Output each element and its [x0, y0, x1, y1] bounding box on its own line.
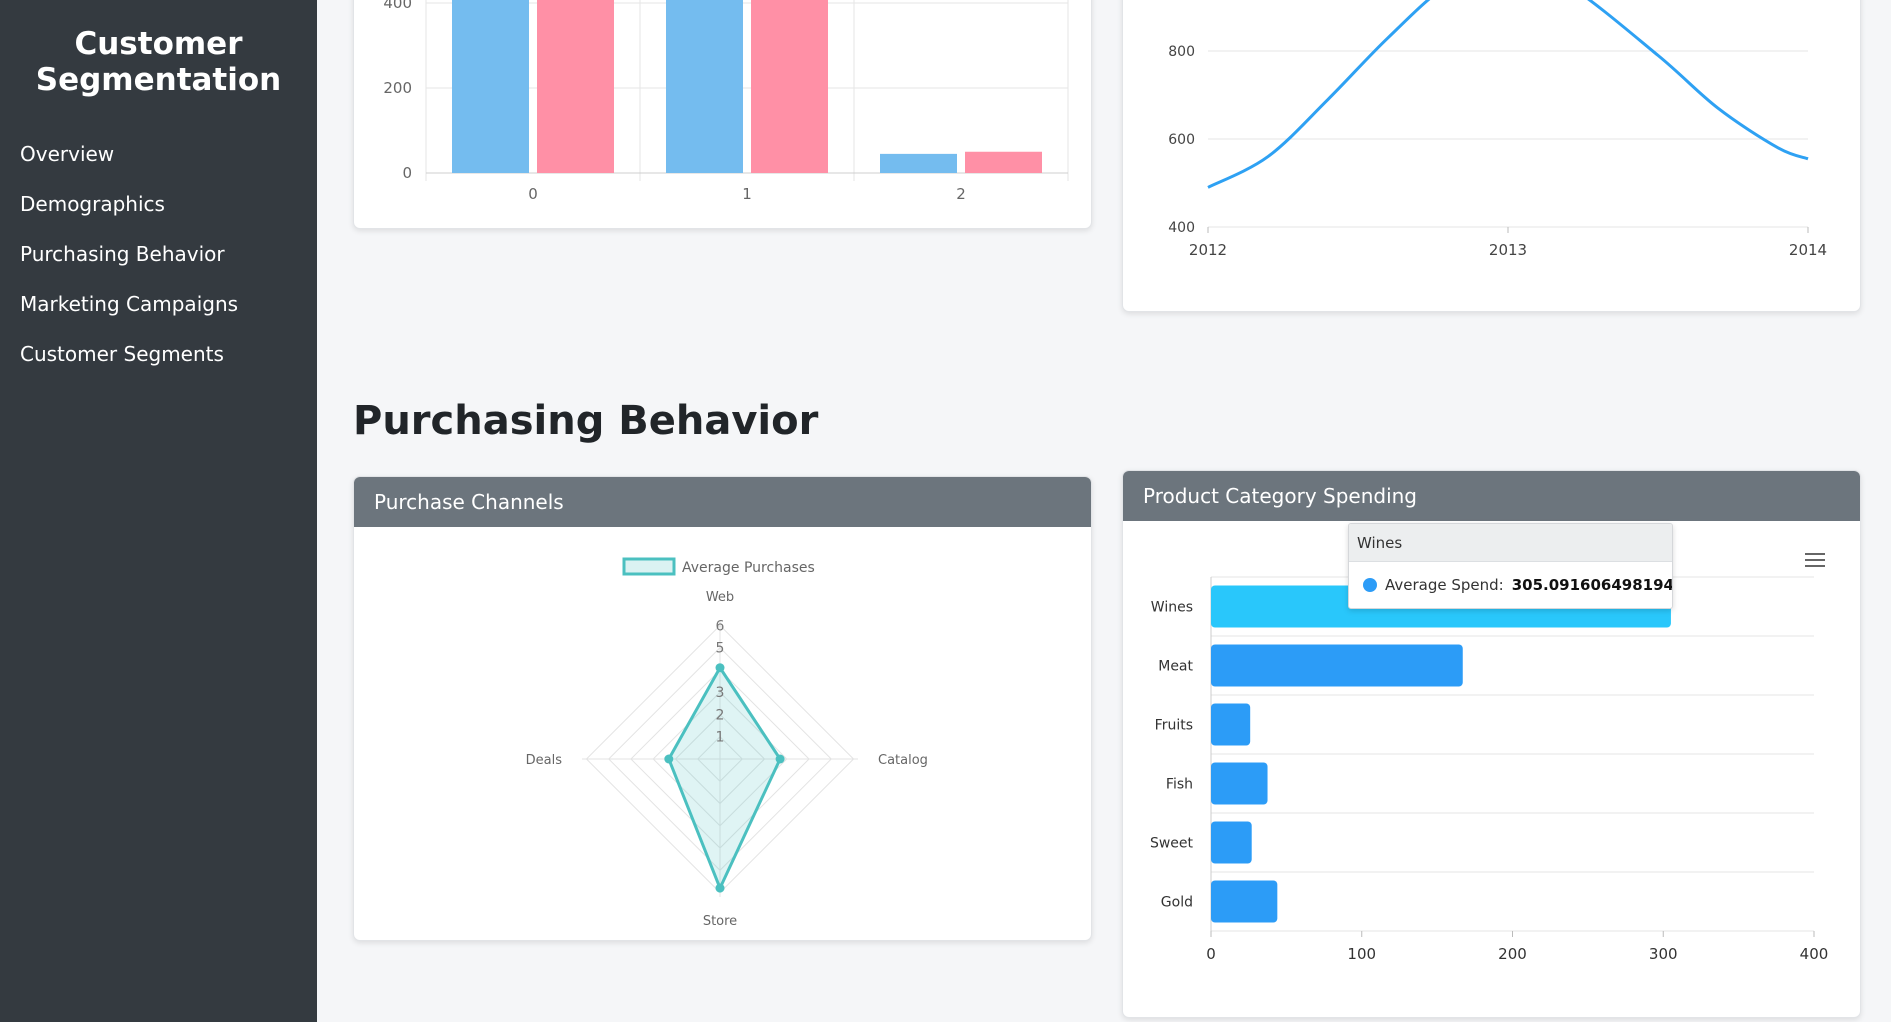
- y-tick-label: Sweet: [1150, 836, 1194, 852]
- x-tick-label: 100: [1347, 945, 1376, 963]
- sidebar-item-marketing-campaigns[interactable]: Marketing Campaigns: [20, 287, 238, 337]
- chart-tooltip: Wines Average Spend: 305.091606498194949: [1348, 523, 1673, 609]
- axis-label: Store: [703, 914, 737, 929]
- x-tick-label: 2: [956, 185, 966, 203]
- bar: [1211, 644, 1463, 687]
- y-tick-label: Fish: [1166, 777, 1193, 793]
- axis-label: Catalog: [878, 753, 928, 768]
- bar: [1211, 762, 1268, 805]
- app-title: Customer Segmentation: [35, 26, 282, 98]
- y-tick-label: Gold: [1161, 895, 1193, 911]
- x-tick-label: 400: [1800, 945, 1829, 963]
- line-chart: 400 600 800 2012 2013 2014: [1168, 0, 1827, 259]
- radar-point: [664, 754, 674, 764]
- bar: [751, 0, 828, 173]
- x-tick-label: 200: [1498, 945, 1527, 963]
- series-dot-icon: [1363, 578, 1377, 592]
- main-content: 0 200 400 600 800 0 1 2 400 600 800 2012 2013 2014 P…: [317, 0, 1891, 1022]
- hamburger-menu-icon[interactable]: [1805, 553, 1825, 567]
- sidebar: Customer Segmentation Overview Demographi…: [0, 0, 317, 1022]
- purchase-channels-card: Purchase Channels Average Purchases 1 2 3 5 6…: [353, 476, 1092, 941]
- axis-label: Web: [706, 590, 734, 605]
- sidebar-item-overview[interactable]: Overview: [20, 137, 238, 187]
- bar: [965, 151, 1042, 173]
- product-category-title: Product Category Spending: [1123, 471, 1860, 521]
- sidebar-item-customer-segments[interactable]: Customer Segments: [20, 337, 238, 387]
- radar-point: [775, 754, 785, 764]
- bar: [1211, 880, 1278, 923]
- series-line: [1207, 0, 1809, 189]
- purchase-channels-title: Purchase Channels: [354, 477, 1091, 527]
- y-tick-label: 400: [1168, 220, 1195, 236]
- x-tick-label: 2012: [1189, 241, 1227, 259]
- bar: [452, 0, 529, 173]
- bar: [880, 153, 957, 173]
- sidebar-item-demographics[interactable]: Demographics: [20, 187, 238, 237]
- x-tick-label: 300: [1649, 945, 1678, 963]
- grouped-bar-card: 0200400600800012: [353, 0, 1092, 229]
- x-tick-label: 1: [742, 185, 752, 203]
- tooltip-value: 305.091606498194949: [1511, 576, 1673, 594]
- radar-tick-label: 5: [716, 641, 725, 657]
- radar-tick-label: 1: [716, 730, 725, 746]
- y-tick-label: 400: [383, 0, 412, 12]
- sidebar-item-purchasing-behavior[interactable]: Purchasing Behavior: [20, 237, 238, 287]
- bar: [537, 0, 614, 173]
- grouped-bar-chart: 0200400600800012: [383, 0, 1069, 203]
- product-category-card: Product Category Spending Wines Meat Fruit…: [1122, 470, 1861, 1018]
- legend-swatch: [622, 557, 676, 576]
- sidebar-nav: Overview Demographics Purchasing Behavio…: [20, 137, 238, 387]
- x-tick-label: 2014: [1789, 241, 1827, 259]
- radar-point: [715, 883, 725, 893]
- x-tick-label: 0: [1206, 945, 1216, 963]
- y-tick-label: 0: [402, 164, 412, 182]
- axis-label: Deals: [526, 753, 563, 768]
- radar-tick-label: 2: [716, 707, 725, 723]
- x-tick-label: 0: [528, 185, 538, 203]
- tooltip-title: Wines: [1349, 524, 1672, 562]
- y-tick-label: Meat: [1158, 659, 1193, 675]
- y-tick-label: 200: [383, 79, 412, 97]
- tooltip-label: Average Spend:: [1385, 576, 1504, 594]
- radar-tick-label: 3: [716, 685, 725, 701]
- y-tick-label: Fruits: [1155, 718, 1193, 734]
- section-title: Purchasing Behavior: [353, 398, 819, 444]
- x-tick-label: 2013: [1489, 241, 1527, 259]
- line-chart-card: 400 600 800 2012 2013 2014: [1122, 0, 1861, 312]
- tooltip-body: Average Spend: 305.091606498194949: [1349, 562, 1672, 608]
- y-tick-label: 600: [1168, 132, 1195, 148]
- legend-label: Average Purchases: [682, 560, 815, 576]
- bar: [1211, 703, 1251, 746]
- bar: [1211, 821, 1252, 864]
- y-tick-label: Wines: [1151, 600, 1193, 616]
- bar: [666, 0, 743, 173]
- y-tick-label: 800: [1168, 44, 1195, 60]
- radar-chart: Average Purchases 1 2 3 5 6 Web Catalog Store Dea…: [526, 557, 928, 929]
- radar-point: [715, 663, 725, 673]
- radar-tick-label: 6: [716, 618, 725, 634]
